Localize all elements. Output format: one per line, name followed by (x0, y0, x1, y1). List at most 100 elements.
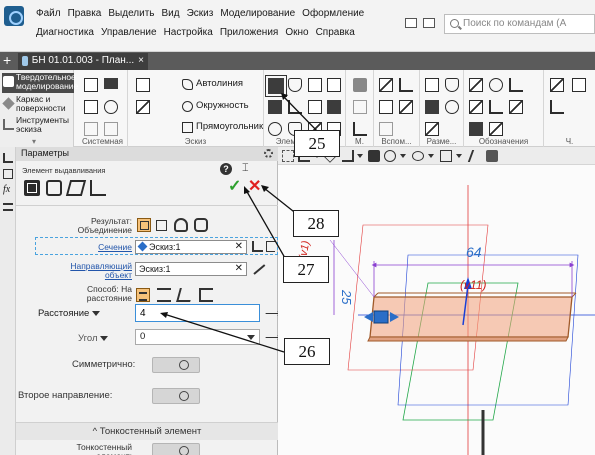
transform-icon[interactable] (353, 122, 367, 136)
category-solid-modeling[interactable]: Твердотельное моделирование (2, 73, 78, 93)
menu-item-formatting[interactable]: Оформление (302, 8, 364, 19)
distance-label[interactable]: Расстояние (38, 308, 101, 319)
extrusion-preview-face[interactable] (369, 296, 573, 338)
menu-item-sketch[interactable]: Эскиз (187, 8, 214, 19)
window-restore-icon[interactable] (405, 18, 417, 28)
drag-manipulator[interactable] (373, 310, 389, 324)
radial-dimension-icon[interactable] (445, 100, 459, 114)
leader-icon[interactable] (469, 78, 483, 92)
spec-icon[interactable] (550, 78, 564, 92)
section-clear-icon[interactable]: ✕ (235, 241, 243, 252)
close-tab-icon[interactable]: × (138, 55, 144, 68)
bom-icon[interactable] (550, 100, 564, 114)
model-tree-icon[interactable] (3, 153, 13, 163)
auxiliary-curve-icon[interactable] (399, 100, 413, 114)
chevron-down-icon[interactable] (400, 154, 406, 158)
weld-icon[interactable] (509, 100, 523, 114)
tab-appearance[interactable] (65, 180, 87, 196)
rotate-element-icon[interactable] (288, 78, 302, 92)
result-union-option[interactable] (137, 218, 151, 232)
cancel-button[interactable]: ✕ (248, 176, 261, 196)
kinematic-element-icon[interactable] (308, 78, 322, 92)
display-mode-icon[interactable] (440, 150, 452, 162)
extrude-element-icon[interactable] (268, 78, 284, 94)
hatch-icon[interactable] (489, 122, 503, 136)
cut-rotate-icon[interactable] (288, 100, 302, 114)
menu-item-help[interactable]: Справка (316, 27, 355, 38)
section-field[interactable]: Эскиз:1 ✕ (135, 240, 247, 254)
width-dimension-value[interactable]: 64 (466, 244, 482, 260)
thin-wall-section-header[interactable]: ^ Тонкостенный элемент (16, 422, 278, 440)
zoom-icon[interactable] (412, 151, 424, 161)
menu-item-settings[interactable]: Настройка (164, 27, 213, 38)
add-tab-button[interactable]: + (3, 52, 11, 69)
autoline-button[interactable]: Автолиния (182, 78, 243, 90)
direction-clear-icon[interactable]: ✕ (235, 263, 243, 274)
auxiliary-point-icon[interactable] (379, 100, 393, 114)
calculator-icon[interactable] (3, 169, 13, 179)
second-direction-toggle[interactable] (152, 388, 200, 404)
cut-extrude-icon[interactable] (268, 100, 282, 114)
grid-icon[interactable] (282, 150, 294, 162)
print-icon[interactable] (84, 100, 98, 114)
auxiliary-plane-icon[interactable] (379, 78, 393, 92)
circle-button[interactable]: Окружность (182, 100, 249, 112)
result-intersect-option[interactable] (194, 218, 208, 232)
distance-input[interactable] (135, 304, 260, 322)
method-through-all-option[interactable] (157, 288, 171, 302)
redo-icon[interactable] (104, 122, 118, 136)
cut-loft-icon[interactable] (327, 100, 341, 114)
orientation-icon[interactable] (368, 150, 380, 162)
chevron-down-icon[interactable] (428, 154, 434, 158)
snap-icon[interactable] (342, 150, 354, 162)
pin-panel-icon[interactable]: ⌶ (242, 162, 249, 175)
arc-dimension-icon[interactable] (425, 122, 439, 136)
linear-dimension-icon[interactable] (425, 78, 439, 92)
angular-dimension-icon[interactable] (425, 100, 439, 114)
document-tab[interactable]: БН 01.01.003 - План... × (18, 53, 148, 70)
menu-item-window[interactable]: Окно (285, 27, 308, 38)
datum-icon[interactable] (509, 78, 523, 92)
menu-item-modeling[interactable]: Моделирование (220, 8, 295, 19)
tab-scope[interactable] (90, 180, 106, 196)
diameter-dimension-icon[interactable] (445, 78, 459, 92)
category-frame-surfaces[interactable]: Каркас и поверхности (2, 95, 74, 113)
fillet-icon[interactable] (268, 122, 282, 136)
thread-icon[interactable] (469, 122, 483, 136)
method-to-vertex-option[interactable] (176, 288, 194, 302)
direction-object-label[interactable]: Направляющий объект (66, 262, 132, 280)
chevron-down-icon[interactable] (456, 154, 462, 158)
menu-item-edit[interactable]: Правка (68, 8, 102, 19)
array-icon[interactable] (353, 78, 367, 92)
method-distance-option[interactable] (136, 288, 150, 302)
rectangle-button[interactable]: Прямоугольник (182, 121, 263, 133)
report-icon[interactable] (572, 78, 586, 92)
mirror-icon[interactable] (353, 100, 367, 114)
new-document-icon[interactable] (84, 78, 98, 92)
roughness-icon[interactable] (489, 78, 503, 92)
save-icon[interactable] (104, 100, 118, 114)
height-dimension-value[interactable]: 25 (339, 289, 354, 305)
shading-icon[interactable] (486, 150, 498, 162)
thin-wall-toggle[interactable] (152, 443, 200, 455)
method-to-surface-option[interactable] (199, 288, 213, 302)
cut-kinematic-icon[interactable] (308, 100, 322, 114)
help-icon[interactable]: ? (220, 163, 232, 175)
tab-parameters[interactable] (24, 180, 40, 196)
mark-icon[interactable] (489, 100, 503, 114)
result-subtract-option[interactable] (174, 218, 188, 232)
variables-fx-icon[interactable]: fx (3, 185, 13, 195)
gear-icon[interactable] (264, 149, 273, 158)
angle-select[interactable]: 0 (135, 329, 260, 345)
sketch-edit-icon[interactable] (136, 100, 150, 114)
menu-item-diagnostics[interactable]: Диагностика (36, 27, 94, 38)
layers-icon[interactable] (3, 203, 13, 211)
manipulator-arrow-left[interactable] (364, 312, 373, 322)
auxiliary-line-icon[interactable] (379, 122, 393, 136)
chevron-down-icon[interactable] (357, 154, 363, 158)
save-all-icon[interactable] (136, 78, 150, 92)
tolerance-icon[interactable] (469, 100, 483, 114)
section-label[interactable]: Сечение (76, 243, 132, 252)
undo-icon[interactable] (84, 122, 98, 136)
menu-item-applications[interactable]: Приложения (220, 27, 279, 38)
